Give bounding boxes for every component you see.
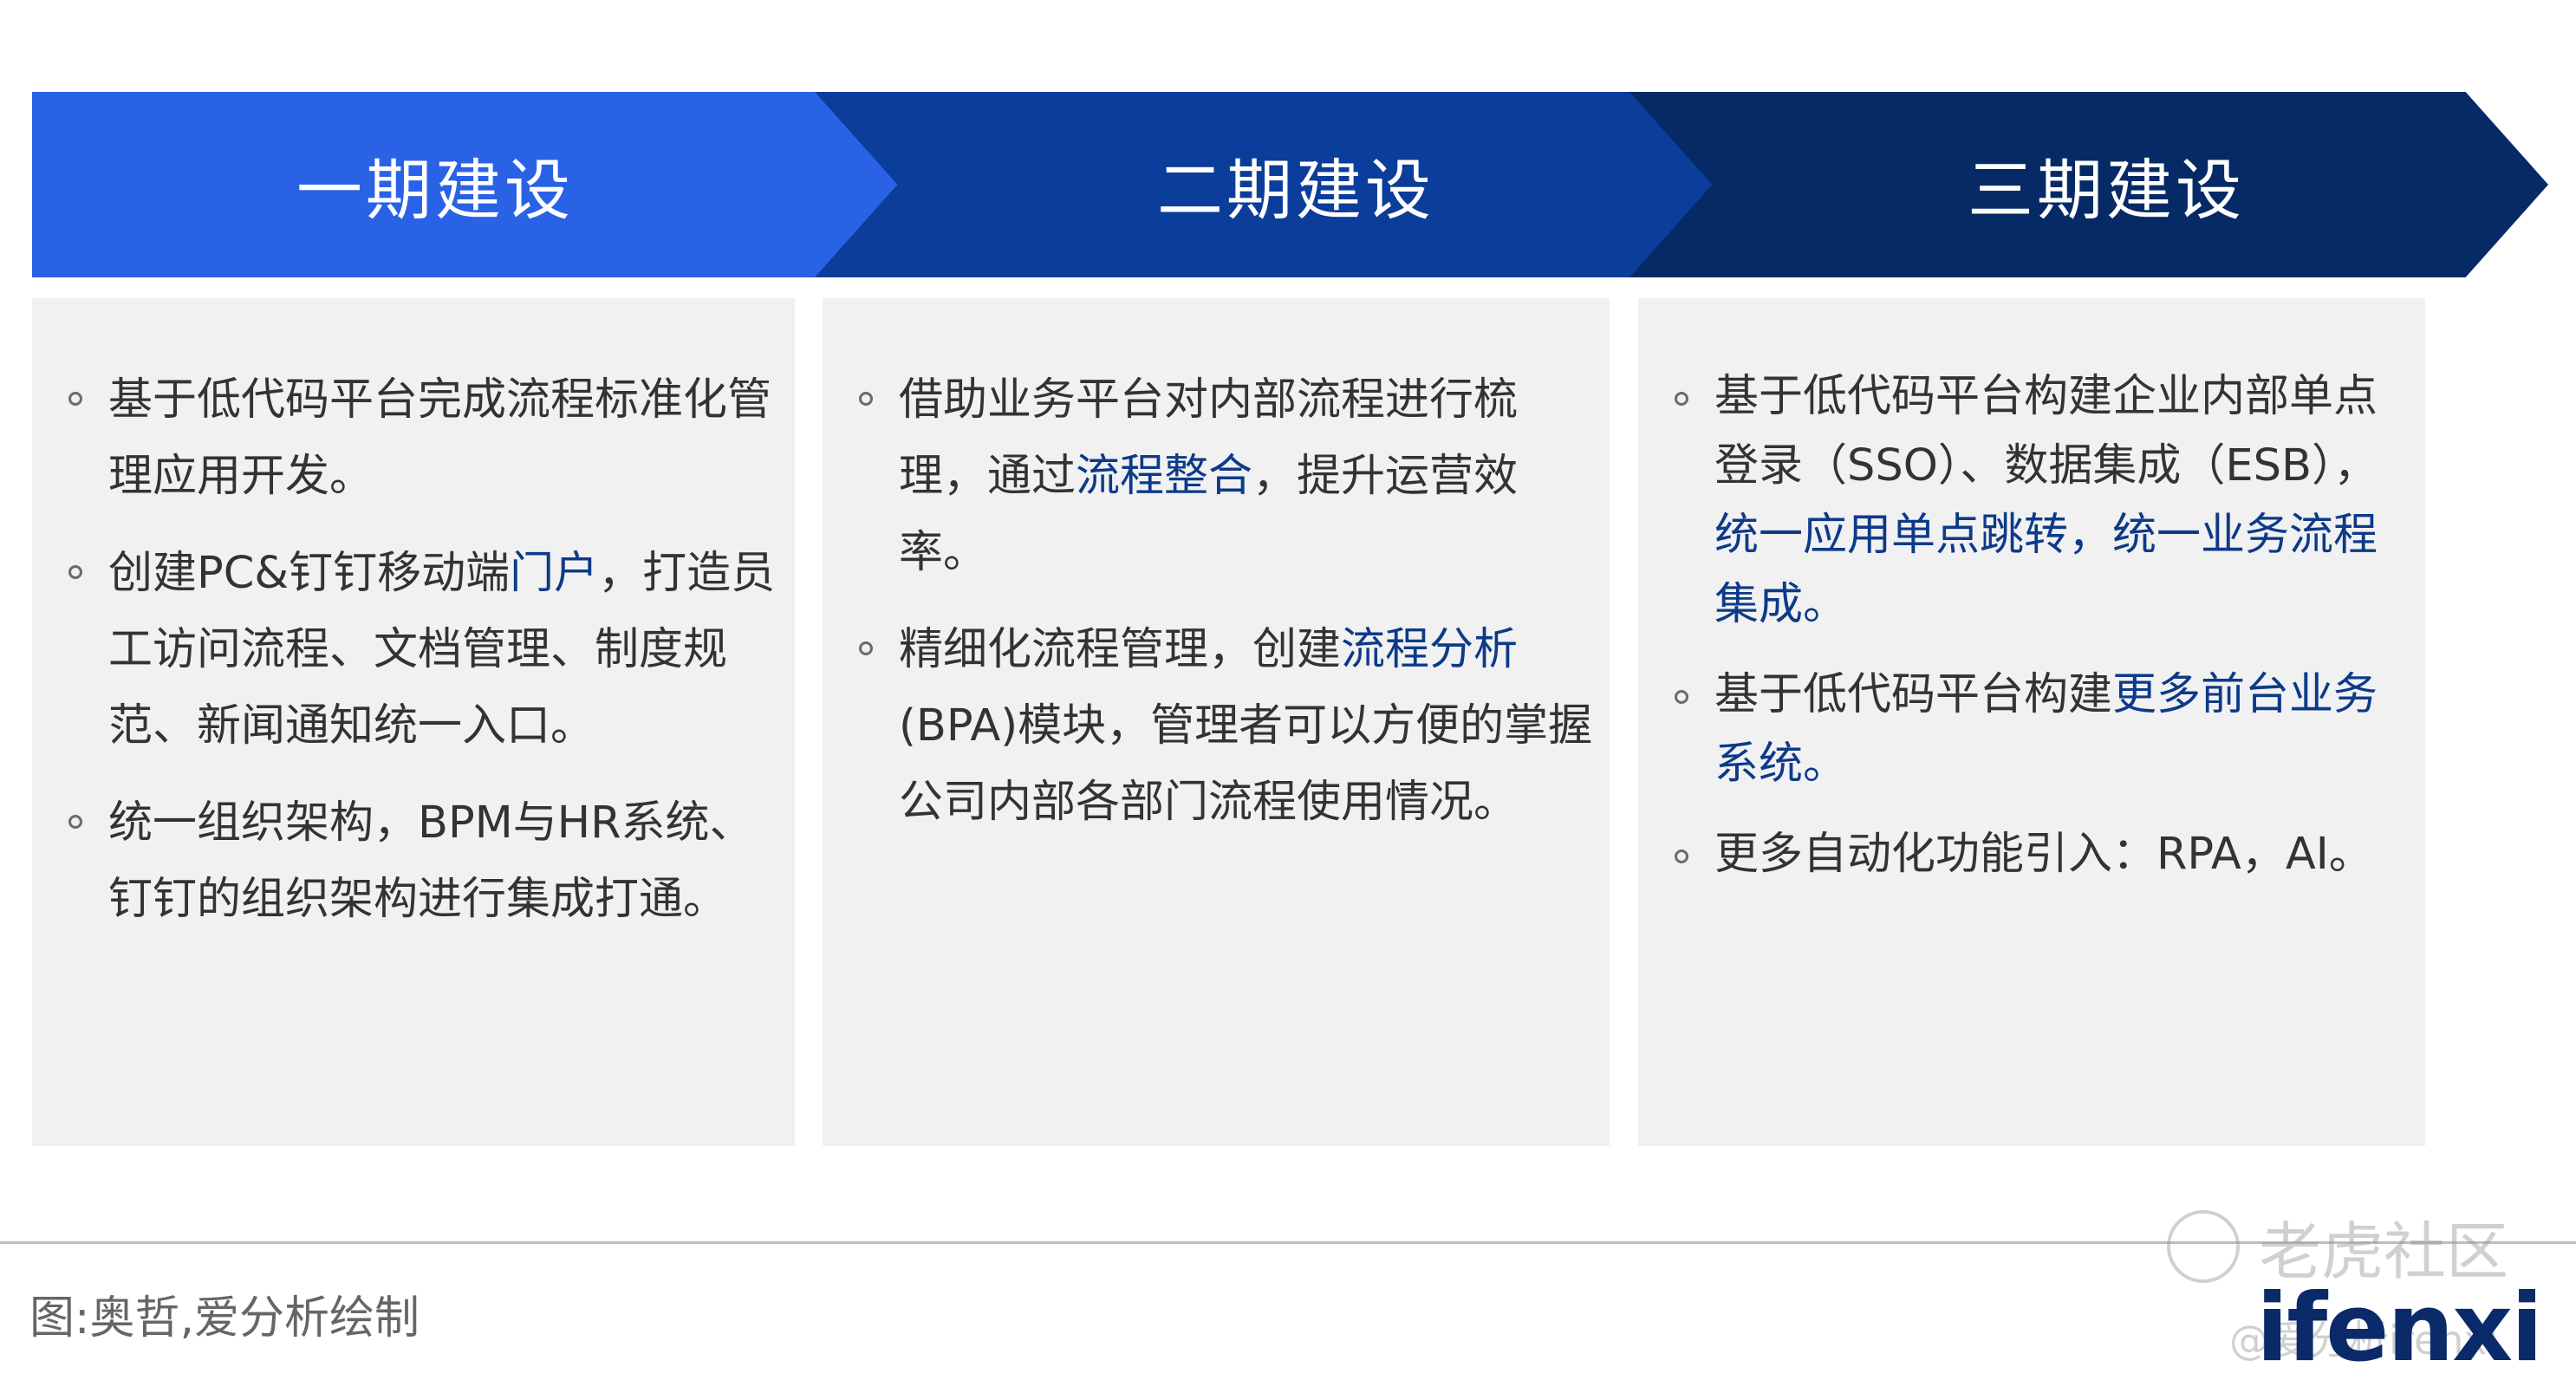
bullet-circle-icon (68, 815, 82, 829)
bullet-item: 基于低代码平台构建企业内部单点登录（SSO）、数据集成（ESB）， 统一应用单点跳… (1656, 362, 2418, 640)
bullet-item: 基于低代码平台构建更多前台业务系统。 (1656, 661, 2418, 799)
phase-1-title: 一期建设 (296, 152, 574, 229)
bullet-item: 基于低代码平台完成流程标准化管理应用开发。 (49, 362, 786, 515)
bullet-text: 统一组织架构，BPM与HR系统、钉钉的组织架构进行集成打通。 (108, 797, 754, 925)
source-caption: 图:奥哲,爱分析绘制 (29, 1292, 420, 1344)
highlight-text: 流程整合 (1076, 451, 1253, 502)
bullet-circle-icon (1675, 392, 1688, 406)
bullet-text: (BPA)模块，管理者可以方便的掌握公司内部各部门流程使用情况。 (899, 700, 1593, 828)
diagram-stage: 一期建设 二期建设 三期建设 基于低代码平台完成流程标准化管理应用开发。创建PC… (0, 0, 2576, 1393)
phase-2-arrow: 二期建设 (815, 92, 1734, 277)
ifenxi-logo: ifenxi (2256, 1274, 2543, 1383)
phase-2-title: 二期建设 (1157, 152, 1434, 229)
phase-1-bullets: 基于低代码平台完成流程标准化管理应用开发。创建PC&钉钉移动端门户，打造员工访问… (49, 362, 786, 959)
bullet-circle-icon (68, 565, 82, 579)
phase-1-panel: 基于低代码平台完成流程标准化管理应用开发。创建PC&钉钉移动端门户，打造员工访问… (32, 298, 795, 1146)
bullet-text: 更多自动化功能引入：RPA，AI。 (1714, 829, 2373, 880)
watermark-logo-icon (2167, 1209, 2240, 1283)
bullet-text: 创建PC&钉钉移动端 (108, 548, 511, 599)
bullet-text: 基于低代码平台构建 (1714, 669, 2113, 720)
bullet-circle-icon (1675, 849, 1688, 863)
phase-3-bullets: 基于低代码平台构建企业内部单点登录（SSO）、数据集成（ESB）， 统一应用单点跳… (1656, 362, 2418, 910)
bullet-item: 精细化流程管理，创建流程分析 (BPA)模块，管理者可以方便的掌握公司内部各部门流… (840, 612, 1603, 841)
highlight-text: 流程分析 (1341, 624, 1519, 675)
bullet-text: 基于低代码平台完成流程标准化管理应用开发。 (108, 374, 772, 502)
highlight-text: 门户 (510, 548, 599, 599)
bullet-circle-icon (859, 641, 873, 655)
phase-2-bullets: 借助业务平台对内部流程进行梳理，通过流程整合，提升运营效率。 精细化流程管理，创建… (840, 362, 1603, 862)
bullet-item: 统一组织架构，BPM与HR系统、钉钉的组织架构进行集成打通。 (49, 785, 786, 938)
bullet-circle-icon (1675, 690, 1688, 704)
phase-3-panel: 基于低代码平台构建企业内部单点登录（SSO）、数据集成（ESB）， 统一应用单点跳… (1638, 298, 2425, 1146)
phase-1-arrow: 一期建设 (32, 92, 899, 277)
bullet-text: 精细化流程管理，创建 (899, 624, 1342, 675)
bullet-circle-icon (859, 392, 873, 406)
bullet-item: 更多自动化功能引入：RPA，AI。 (1656, 820, 2418, 889)
phase-2-panel: 借助业务平台对内部流程进行梳理，通过流程整合，提升运营效率。 精细化流程管理，创建… (823, 298, 1610, 1146)
bullet-item: 借助业务平台对内部流程进行梳理，通过流程整合，提升运营效率。 (840, 362, 1603, 591)
bullet-text: 基于低代码平台构建企业内部单点登录（SSO）、数据集成（ESB）， (1714, 371, 2378, 491)
bullet-circle-icon (68, 392, 82, 406)
phase-3-arrow: 三期建设 (1630, 92, 2548, 277)
bullet-item: 创建PC&钉钉移动端门户，打造员工访问流程、文档管理、制度规范、新闻通知统一入口… (49, 536, 786, 765)
phase-3-title: 三期建设 (1968, 152, 2245, 229)
highlight-text: 统一应用单点跳转，统一业务流程集成。 (1714, 510, 2378, 630)
